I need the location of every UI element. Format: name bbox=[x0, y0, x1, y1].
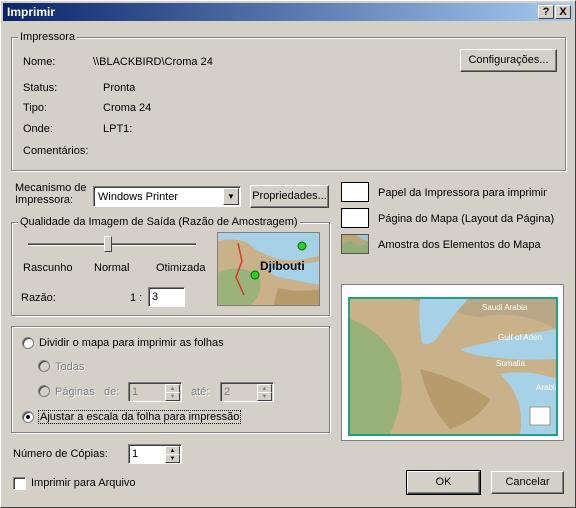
properties-button-label: Propriedades... bbox=[252, 190, 327, 202]
tiling-group: Dividir o mapa para imprimir as folhas T… bbox=[11, 326, 330, 433]
close-button[interactable]: X bbox=[555, 5, 571, 19]
print-preview-page: Saudi Arabia Gulf of Aden Somalia Arabia bbox=[348, 297, 558, 436]
ratio-label: Razão: bbox=[21, 292, 56, 304]
title-bar[interactable]: Imprimir ? X bbox=[3, 3, 573, 21]
printer-status-label: Status: bbox=[23, 82, 58, 94]
fit-radio[interactable] bbox=[22, 411, 34, 423]
all-pages-radio[interactable] bbox=[38, 360, 50, 372]
paper-swatch bbox=[341, 182, 369, 202]
ratio-input[interactable]: 3 bbox=[148, 287, 185, 307]
cancel-button[interactable]: Cancelar bbox=[491, 471, 564, 494]
copies-value: 1 bbox=[132, 448, 139, 460]
page-range-radio[interactable] bbox=[38, 385, 50, 397]
spin-down-icon[interactable]: ▼ bbox=[165, 454, 180, 463]
all-pages-label: Todas bbox=[55, 361, 85, 373]
quality-draft-label: Rascunho bbox=[23, 262, 73, 274]
tile-option-label: Dividir o mapa para imprimir as folhas bbox=[39, 337, 224, 349]
settings-button-label: Configurações... bbox=[468, 54, 549, 66]
preview-label-somalia: Somalia bbox=[496, 359, 525, 368]
ok-button-label: OK bbox=[435, 476, 452, 488]
printer-name-value: \\BLACKBIRD\Croma 24 bbox=[93, 56, 213, 68]
to-page-spinner[interactable]: 2 ▲ ▼ bbox=[220, 382, 274, 402]
preview-label-gulf: Gulf of Aden bbox=[498, 333, 543, 342]
printer-where-value: LPT1: bbox=[103, 123, 133, 135]
engine-selected-value: Windows Printer bbox=[98, 191, 179, 203]
help-button[interactable]: ? bbox=[538, 5, 554, 19]
ratio-value: 3 bbox=[152, 291, 159, 303]
print-to-file-label: Imprimir para Arquivo bbox=[31, 477, 136, 489]
ratio-prefix: 1 : bbox=[130, 292, 143, 304]
printer-where-label: Onde: bbox=[23, 123, 53, 135]
from-page-spinner[interactable]: 1 ▲ ▼ bbox=[128, 382, 182, 402]
to-page-value: 2 bbox=[224, 386, 231, 398]
spin-down-icon[interactable]: ▼ bbox=[165, 392, 180, 401]
page-swatch bbox=[341, 208, 369, 228]
print-dialog: Imprimir ? X Impressora Nome: \\BLACKBIR… bbox=[0, 0, 576, 508]
print-to-file-checkbox[interactable] bbox=[13, 477, 26, 490]
quality-thumbnail-map: Djibouti bbox=[217, 232, 320, 306]
page-range-label: Páginas bbox=[55, 386, 95, 398]
quality-group-label: Qualidade da Imagem de Saída (Razão de A… bbox=[18, 216, 300, 228]
printer-comments-label: Comentários: bbox=[23, 145, 89, 157]
chevron-down-icon[interactable]: ▼ bbox=[223, 188, 239, 205]
preview-label-arabia: Arabia bbox=[536, 383, 558, 392]
sample-swatch bbox=[341, 234, 369, 254]
fit-option-label: Ajustar a escala da folha para impressão bbox=[38, 410, 242, 424]
map-sample-icon bbox=[342, 235, 368, 253]
paper-legend-label: Papel da Impressora para imprimir bbox=[378, 187, 547, 199]
printer-status-value: Pronta bbox=[103, 82, 136, 94]
printer-type-value: Croma 24 bbox=[103, 102, 152, 114]
cancel-button-label: Cancelar bbox=[505, 476, 550, 488]
sample-legend-label: Amostra dos Elementos do Mapa bbox=[378, 239, 541, 251]
from-label: de: bbox=[104, 386, 120, 398]
thumbnail-place-label: Djibouti bbox=[260, 259, 305, 273]
quality-slider-thumb[interactable] bbox=[104, 236, 112, 252]
preview-map-image bbox=[350, 299, 556, 434]
quality-normal-label: Normal bbox=[94, 262, 130, 274]
copies-spinner[interactable]: 1 ▲ ▼ bbox=[128, 444, 182, 464]
settings-button[interactable]: Configurações... bbox=[460, 49, 557, 72]
properties-button[interactable]: Propriedades... bbox=[250, 185, 329, 208]
spin-down-icon[interactable]: ▼ bbox=[257, 392, 272, 401]
quality-group: Qualidade da Imagem de Saída (Razão de A… bbox=[11, 216, 330, 316]
quality-optimized-label: Otimizada bbox=[156, 262, 206, 274]
copies-label: Número de Cópias: bbox=[13, 448, 108, 460]
to-label: até: bbox=[191, 386, 210, 398]
print-preview-paper: Saudi Arabia Gulf of Aden Somalia Arabia bbox=[341, 284, 564, 441]
from-page-value: 1 bbox=[132, 386, 139, 398]
preview-label-saudi: Saudi Arabia bbox=[482, 303, 528, 312]
printer-type-label: Tipo: bbox=[23, 102, 48, 114]
engine-label-line1: Mecanismo de bbox=[15, 182, 87, 194]
printer-name-label: Nome: bbox=[23, 56, 56, 68]
ok-button[interactable]: OK bbox=[406, 470, 481, 495]
engine-select[interactable]: Windows Printer ▼ bbox=[93, 186, 241, 207]
page-legend-label: Página do Mapa (Layout da Página) bbox=[378, 213, 555, 225]
dialog-title: Imprimir bbox=[7, 5, 56, 19]
engine-label-line2: Impressora: bbox=[15, 194, 74, 206]
printer-group-label: Impressora bbox=[18, 31, 78, 43]
printer-group: Impressora Nome: \\BLACKBIRD\Croma 24 St… bbox=[11, 31, 566, 171]
tile-radio[interactable] bbox=[22, 337, 34, 349]
quality-slider-track[interactable] bbox=[28, 243, 196, 246]
